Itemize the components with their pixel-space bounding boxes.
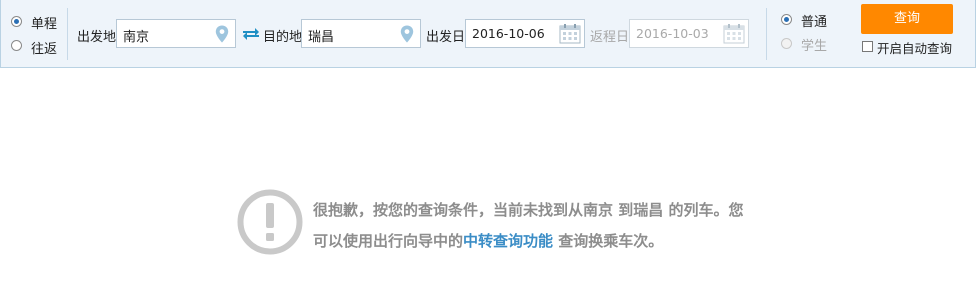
location-pin-icon[interactable] <box>215 25 229 43</box>
return-label: 返程日 <box>590 30 630 45</box>
auto-query-label[interactable]: 开启自动查询 <box>877 38 952 57</box>
query-button[interactable]: 查询 <box>861 4 953 34</box>
to-field[interactable]: 瑞昌 <box>301 19 421 48</box>
warning-icon <box>237 189 303 255</box>
round-trip-label[interactable]: 往返 <box>31 38 57 57</box>
normal-ticket-radio[interactable] <box>781 14 792 25</box>
from-field[interactable]: 南京 <box>116 19 236 48</box>
round-trip-radio[interactable] <box>11 40 22 51</box>
return-date-value[interactable]: 2016-10-03 <box>636 26 709 41</box>
from-label: 出发地 <box>77 30 117 45</box>
location-pin-icon[interactable] <box>400 25 414 43</box>
divider <box>766 8 767 60</box>
divider <box>67 8 68 60</box>
student-ticket-radio[interactable] <box>781 38 792 49</box>
from-value[interactable]: 南京 <box>123 26 149 45</box>
one-way-radio[interactable] <box>11 16 22 27</box>
swap-icon[interactable] <box>242 26 260 42</box>
search-bar: 单程 往返 出发地 南京 目的地 瑞昌 出发日 2016-10-06 返程日 2… <box>0 0 976 68</box>
auto-query-checkbox[interactable] <box>862 41 873 52</box>
one-way-label[interactable]: 单程 <box>31 13 57 32</box>
depart-date-field[interactable]: 2016-10-06 <box>465 19 585 48</box>
no-results-message: 很抱歉，按您的查询条件，当前未找到从南京 到瑞昌 的列车。您可以使用出行向导中的… <box>313 195 745 257</box>
message-text-end: 查询换乘车次。 <box>553 232 664 250</box>
calendar-icon[interactable] <box>723 23 745 44</box>
normal-ticket-label[interactable]: 普通 <box>801 11 827 30</box>
calendar-icon[interactable] <box>559 23 581 44</box>
transfer-query-link[interactable]: 中转查询功能 <box>463 232 553 250</box>
depart-label: 出发日 <box>426 30 466 45</box>
to-label: 目的地 <box>263 30 303 45</box>
student-ticket-label[interactable]: 学生 <box>801 35 827 54</box>
to-value[interactable]: 瑞昌 <box>308 26 334 45</box>
depart-date-value[interactable]: 2016-10-06 <box>472 26 545 41</box>
return-date-field[interactable]: 2016-10-03 <box>629 19 749 48</box>
